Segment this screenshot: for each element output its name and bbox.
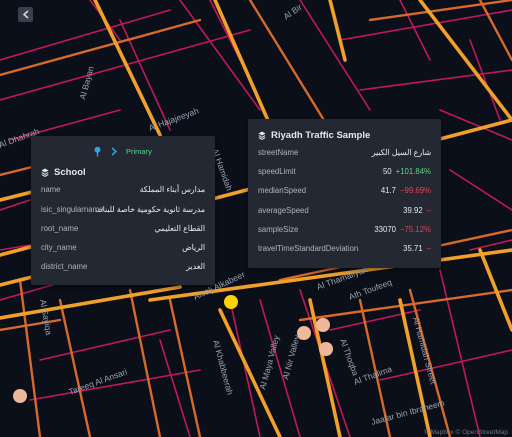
- delta-value: −99.69%: [400, 185, 431, 195]
- row-value: شارع السيل الكبير: [371, 147, 431, 157]
- value-number: 33070: [374, 224, 396, 234]
- row-value: الغدير: [186, 261, 205, 271]
- chevron-right-icon[interactable]: [110, 147, 118, 156]
- row-value: 41.7 −99.69%: [381, 186, 431, 195]
- school-popup: Primary School name مدارس أبناء المملكة i…: [31, 136, 215, 285]
- row-value: 39.92–: [403, 206, 431, 215]
- row-value: 35.71–: [403, 244, 431, 253]
- row-key: sampleSize: [258, 224, 299, 234]
- delta-value: –: [426, 205, 431, 215]
- row-key: averageSpeed: [258, 205, 309, 215]
- delta-value: +101.84%: [395, 166, 431, 176]
- row-key: name: [41, 184, 61, 194]
- school-popup-title: School: [41, 167, 86, 178]
- row-key: medianSpeed: [258, 185, 307, 195]
- row-value: 33070 −75.12%: [374, 225, 431, 234]
- row-key: city_name: [41, 242, 77, 252]
- school-popup-header: Primary: [93, 146, 152, 157]
- row-key: district_name: [41, 261, 88, 271]
- back-button[interactable]: [18, 7, 33, 22]
- row-value: القطاع التعليمي: [154, 223, 205, 233]
- delta-value: −75.12%: [400, 224, 431, 234]
- value-number: 41.7: [380, 185, 396, 195]
- row-key: isic_singularname: [41, 204, 104, 214]
- row-value: 50 +101.84%: [383, 167, 431, 176]
- value-number: 39.92: [403, 205, 423, 215]
- row-value: مدارس أبناء المملكة: [139, 184, 205, 194]
- primary-label: Primary: [126, 147, 152, 156]
- layers-icon: [258, 131, 266, 140]
- traffic-popup: Riyadh Traffic Sample streetName شارع الس…: [248, 119, 441, 268]
- traffic-title-text: Riyadh Traffic Sample: [271, 130, 371, 141]
- row-value: الرياض: [182, 242, 205, 252]
- school-point[interactable]: [316, 318, 330, 332]
- traffic-popup-title: Riyadh Traffic Sample: [258, 130, 370, 141]
- row-key: streetName: [258, 147, 299, 157]
- layers-icon: [41, 168, 49, 177]
- school-point[interactable]: [319, 342, 333, 356]
- school-point[interactable]: [13, 389, 27, 403]
- row-key: root_name: [41, 223, 79, 233]
- school-title-text: School: [54, 167, 86, 178]
- pin-icon[interactable]: [93, 146, 102, 157]
- chevron-left-icon: [22, 10, 29, 19]
- value-number: 35.71: [403, 243, 423, 253]
- row-key: travelTimeStandardDeviation: [258, 243, 359, 253]
- row-value: مدرسة ثانوية حكومية خاصة للبنات: [95, 204, 205, 214]
- delta-value: –: [426, 243, 431, 253]
- map-attribution[interactable]: © Mapbox © OpenStreetMap: [424, 429, 508, 436]
- school-point[interactable]: [297, 326, 311, 340]
- row-key: speedLimit: [258, 166, 296, 176]
- selected-school-point[interactable]: [224, 295, 238, 309]
- value-number: 50: [382, 166, 392, 176]
